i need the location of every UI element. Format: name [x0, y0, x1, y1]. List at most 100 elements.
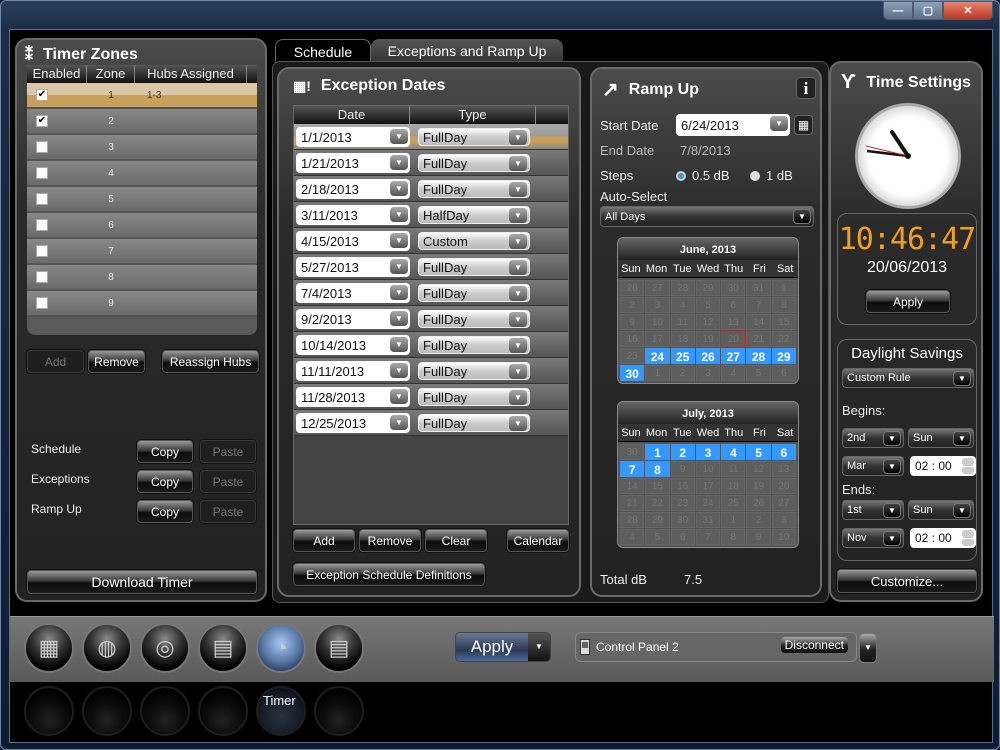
tab-exceptions-ramp-up[interactable]: Exceptions and Ramp Up	[371, 39, 563, 63]
apply-time-button[interactable]: Apply	[866, 290, 950, 313]
calendar-day[interactable]: 1	[771, 280, 796, 296]
calendar-day[interactable]: 5	[746, 444, 771, 460]
remove-zone-button[interactable]: Remove	[88, 350, 145, 373]
calendar-day[interactable]: 28	[670, 280, 695, 296]
close-button[interactable]: ✕	[943, 1, 993, 20]
calendar-day[interactable]: 4	[620, 529, 645, 545]
ends-week-dropdown[interactable]: 1st ▼	[842, 500, 904, 520]
exception-row[interactable]: 4/15/2013 ▼ Custom ▼	[294, 228, 568, 254]
col-hubs[interactable]: Hubs Assigned	[135, 65, 247, 83]
exception-row[interactable]: 12/25/2013 ▼ FullDay ▼	[294, 410, 568, 436]
calendar-day[interactable]: 22	[771, 331, 796, 347]
calendar-day[interactable]: 31	[695, 512, 721, 528]
exception-row[interactable]: 3/11/2013 ▼ HalfDay ▼	[294, 202, 568, 228]
chevron-down-icon[interactable]: ▼	[390, 285, 408, 300]
auto-select-dropdown[interactable]: All Days ▼	[600, 206, 814, 227]
type-dropdown[interactable]: FullDay ▼	[418, 388, 530, 406]
chevron-down-icon[interactable]: ▼	[509, 416, 527, 431]
calendar-day[interactable]: 7	[695, 529, 721, 545]
chevron-down-icon[interactable]: ▼	[509, 338, 527, 353]
nav-orb-hub[interactable]: ◍	[82, 623, 132, 673]
paste-button[interactable]: Paste	[200, 470, 256, 493]
calendar-day[interactable]: 11	[670, 314, 695, 330]
calendar-day[interactable]: 16	[620, 331, 645, 347]
date-picker[interactable]: 10/14/2013 ▼	[296, 335, 410, 355]
radio-selected-icon[interactable]	[676, 170, 686, 181]
nav-orb-remote[interactable]: ▦	[24, 623, 74, 673]
calendar-day[interactable]: 16	[670, 478, 695, 494]
calendar-day[interactable]: 29	[695, 280, 721, 296]
chevron-down-icon[interactable]: ▼	[390, 363, 408, 378]
copy-button[interactable]: Copy	[137, 470, 193, 493]
begins-month-dropdown[interactable]: Mar ▼	[842, 456, 904, 476]
chevron-down-icon[interactable]: ▼	[390, 233, 408, 248]
info-button[interactable]: i	[796, 77, 816, 99]
calendar-day[interactable]: 30	[620, 365, 645, 381]
calendar-day[interactable]: 21	[620, 495, 645, 511]
download-timer-button[interactable]: Download Timer	[27, 570, 257, 594]
col-enabled[interactable]: Enabled	[27, 65, 87, 83]
calendar-day[interactable]: 10	[695, 461, 721, 477]
apply-split-button[interactable]: Apply ▼	[455, 632, 551, 662]
chevron-down-icon[interactable]: ▼	[509, 312, 527, 327]
clear-exceptions-button[interactable]: Clear	[425, 529, 487, 552]
calendar-day[interactable]: 24	[645, 348, 670, 364]
calendar-day[interactable]: 13	[721, 314, 746, 330]
calendar-day[interactable]: 6	[771, 444, 796, 460]
calendar-day[interactable]: 24	[695, 495, 721, 511]
chevron-down-icon[interactable]: ▼	[509, 364, 527, 379]
calendar-day[interactable]: 7	[746, 297, 771, 313]
enabled-checkbox[interactable]: ✔	[36, 89, 48, 101]
calendar-day[interactable]: 5	[746, 365, 771, 381]
calendar-day[interactable]: 23	[670, 495, 695, 511]
calendar-day[interactable]: 20	[771, 478, 796, 494]
zone-row[interactable]: 4	[27, 161, 257, 187]
type-dropdown[interactable]: Custom ▼	[418, 232, 530, 250]
copy-button[interactable]: Copy	[137, 500, 193, 523]
nav-orb-timer[interactable]: ◔	[256, 623, 306, 673]
calendar-day[interactable]: 4	[721, 365, 746, 381]
calendar-day[interactable]: 14	[620, 478, 645, 494]
nav-orb-speaker[interactable]: ◎	[140, 623, 190, 673]
date-picker[interactable]: 11/28/2013 ▼	[296, 387, 410, 407]
disconnect-button[interactable]: Disconnect	[780, 637, 848, 653]
begins-time-input[interactable]: 02 : 00	[910, 456, 976, 476]
calendar-day[interactable]: 31	[746, 280, 771, 296]
chevron-down-icon[interactable]: ▼	[953, 503, 971, 518]
chevron-down-icon[interactable]: ▼	[390, 311, 408, 326]
chevron-down-icon[interactable]: ▼	[953, 431, 971, 446]
type-dropdown[interactable]: HalfDay ▼	[418, 206, 530, 224]
nav-orb-keypad[interactable]: ▤	[198, 623, 248, 673]
calendar-day[interactable]: 7	[620, 461, 645, 477]
begins-day-dropdown[interactable]: Sun ▼	[908, 428, 974, 448]
add-zone-button[interactable]: Add	[27, 350, 84, 373]
customize-button[interactable]: Customize...	[837, 569, 977, 593]
zone-row[interactable]: 5	[27, 187, 257, 213]
exception-definitions-button[interactable]: Exception Schedule Definitions	[293, 563, 485, 586]
step-option-0-5[interactable]: 0.5 dB	[676, 168, 730, 183]
chevron-down-icon[interactable]: ▼	[509, 130, 527, 145]
tab-schedule[interactable]: Schedule	[275, 39, 371, 63]
calendar-day[interactable]: 12	[746, 461, 771, 477]
chevron-down-icon[interactable]: ▼	[883, 503, 901, 518]
start-date-picker[interactable]: 6/24/2013 ▼	[676, 114, 790, 136]
date-picker[interactable]: 2/18/2013 ▼	[296, 179, 410, 199]
date-picker[interactable]: 12/25/2013 ▼	[296, 413, 410, 433]
paste-button[interactable]: Paste	[200, 500, 256, 523]
chevron-down-icon[interactable]: ▼	[883, 531, 901, 546]
type-dropdown[interactable]: FullDay ▼	[418, 154, 530, 172]
calendar-day[interactable]: 10	[771, 529, 796, 545]
enabled-checkbox[interactable]	[36, 193, 48, 205]
type-dropdown[interactable]: FullDay ▼	[418, 310, 530, 328]
calendar-day[interactable]: 30	[721, 280, 746, 296]
enabled-checkbox[interactable]	[36, 219, 48, 231]
calendar-day[interactable]: 11	[721, 461, 746, 477]
exception-row[interactable]: 1/21/2013 ▼ FullDay ▼	[294, 150, 568, 176]
ends-time-input[interactable]: 02 : 00	[910, 528, 976, 548]
exception-row[interactable]: 11/28/2013 ▼ FullDay ▼	[294, 384, 568, 410]
chevron-down-icon[interactable]: ▼	[770, 116, 788, 131]
time-spinner[interactable]	[962, 530, 974, 546]
apply-dropdown-icon[interactable]: ▼	[528, 633, 550, 661]
calendar-day[interactable]: 18	[721, 478, 746, 494]
exception-row[interactable]: 10/14/2013 ▼ FullDay ▼	[294, 332, 568, 358]
